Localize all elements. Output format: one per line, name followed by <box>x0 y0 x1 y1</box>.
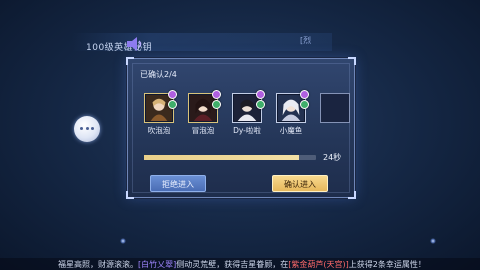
sparkle-decoration <box>430 238 436 244</box>
role-badge-icon <box>168 90 177 99</box>
ticker-text: 侧动灵荒壁，获得吉星眷顾，在 <box>176 260 289 269</box>
role-badge-icon <box>256 90 265 99</box>
match-confirm-dialog: 已确认2/4 吹泡泡 冒泡泡 Dy-啦啦 小魔鱼 24秒 拒绝进入 确认进入 <box>126 57 356 199</box>
player-name: 吹泡泡 <box>147 126 171 135</box>
player-portrait <box>190 95 216 121</box>
ticker-player-name: [白竹乂翠] <box>138 260 177 269</box>
system-ticker: 福星高照，财源滚滚。[白竹乂翠]侧动灵荒壁，获得吉星眷顾，在[紫金葫芦(天宫)]… <box>58 259 426 270</box>
role-badge-icon <box>256 100 265 109</box>
player-portrait <box>146 95 172 121</box>
player-portrait <box>234 95 260 121</box>
chat-icon[interactable] <box>74 116 100 142</box>
role-badge-icon <box>168 100 177 109</box>
sparkle-decoration <box>120 238 126 244</box>
reject-button[interactable]: 拒绝进入 <box>150 175 206 192</box>
player-slot <box>188 90 221 123</box>
player-name: 小魔鱼 <box>279 126 303 135</box>
ticker-item-name: [紫金葫芦(天宫)] <box>288 260 349 269</box>
countdown-timer: 24秒 <box>323 153 342 162</box>
ticker-text: 福星高照，财源滚滚。 <box>58 260 138 269</box>
broadcast-tag: [烈 <box>300 36 312 45</box>
countdown-progress-bar <box>144 155 316 160</box>
role-badge-icon <box>212 90 221 99</box>
player-portrait <box>278 95 304 121</box>
player-slot <box>276 90 309 123</box>
role-badge-icon <box>300 100 309 109</box>
speaker-icon <box>127 37 142 51</box>
confirm-status: 已确认2/4 <box>140 70 177 79</box>
countdown-progress-fill <box>144 155 299 160</box>
empty-player-slot <box>320 93 350 123</box>
player-slot <box>232 90 265 123</box>
ticker-text: 上获得2条幸运属性！ <box>348 260 426 269</box>
role-badge-icon <box>212 100 221 109</box>
accept-button[interactable]: 确认进入 <box>272 175 328 192</box>
player-slot <box>144 90 177 123</box>
player-slots: 吹泡泡 冒泡泡 Dy-啦啦 小魔鱼 <box>140 90 350 135</box>
role-badge-icon <box>300 90 309 99</box>
player-name: 冒泡泡 <box>191 126 215 135</box>
player-name: Dy-啦啦 <box>233 126 261 135</box>
